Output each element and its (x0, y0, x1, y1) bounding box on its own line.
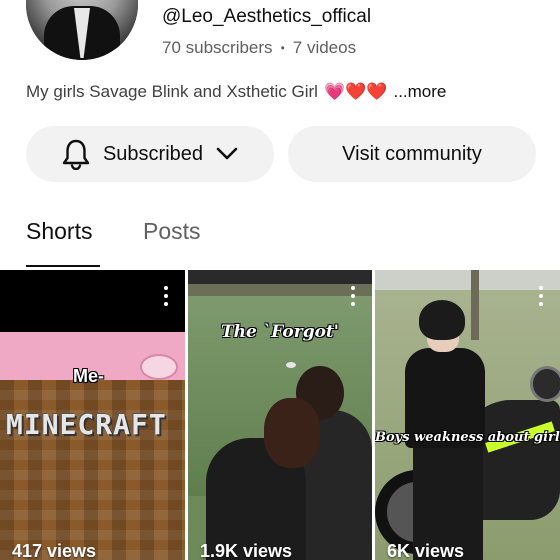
thumbnail-helmet (530, 366, 560, 402)
short-card[interactable]: Boys weakness about girls 6K views (375, 270, 560, 560)
active-tab-indicator (26, 265, 100, 267)
channel-description[interactable]: My girls Savage Blink and Xsthetic Girl … (26, 82, 446, 102)
thumbnail-tree (471, 270, 479, 340)
thumbnail-bow (140, 354, 178, 380)
subscriber-count: 70 subscribers (162, 38, 273, 57)
subscribed-button[interactable]: Subscribed (26, 126, 274, 182)
visit-community-label: Visit community (342, 142, 482, 165)
tab-posts[interactable]: Posts (143, 218, 201, 245)
thumbnail-overlay-text: Me- (73, 366, 104, 386)
thumbnail-dark-strip (188, 270, 372, 284)
chevron-down-icon (215, 146, 239, 162)
subscribed-label: Subscribed (102, 142, 204, 165)
video-count: 7 videos (292, 38, 357, 57)
channel-handle: @Leo_Aesthetics_offical (162, 6, 372, 27)
thumbnail-head-girl (264, 398, 320, 468)
stats-separator: • (280, 41, 285, 55)
thumbnail-caption: Boys weakness about girls (375, 430, 560, 445)
description-emojis: 💗❤️❤️ (323, 82, 388, 102)
thumbnail-dirt-block (0, 380, 185, 560)
thumbnail-sky (375, 270, 560, 290)
thumbnail-river-bank (188, 284, 372, 296)
channel-avatar[interactable] (26, 0, 138, 60)
thumbnail-duck (286, 362, 296, 368)
short-view-count: 6K views (387, 541, 465, 560)
visit-community-button[interactable]: Visit community (288, 126, 536, 182)
tab-shorts[interactable]: Shorts (26, 218, 92, 245)
short-card[interactable]: Me- MINECRAFT 417 views (0, 270, 185, 560)
more-vert-icon[interactable] (163, 286, 169, 306)
thumbnail-person-hair (419, 300, 465, 340)
thumbnail-logo-text: MINECRAFT (6, 408, 167, 441)
more-vert-icon[interactable] (350, 286, 356, 306)
short-view-count: 417 views (12, 541, 97, 560)
channel-stats: 70 subscribers • 7 videos (162, 38, 356, 58)
more-vert-icon[interactable] (538, 286, 544, 306)
thumbnail-caption: The `Forgot' (221, 322, 339, 342)
description-more-link[interactable]: ...more (393, 82, 446, 102)
shorts-grid: Me- MINECRAFT 417 views The `Forgot' 1.9… (0, 270, 560, 560)
short-view-count: 1.9K views (200, 541, 293, 560)
description-text: My girls Savage Blink and Xsthetic Girl (26, 82, 318, 101)
bell-icon (61, 138, 91, 170)
short-card[interactable]: The `Forgot' 1.9K views (188, 270, 372, 560)
